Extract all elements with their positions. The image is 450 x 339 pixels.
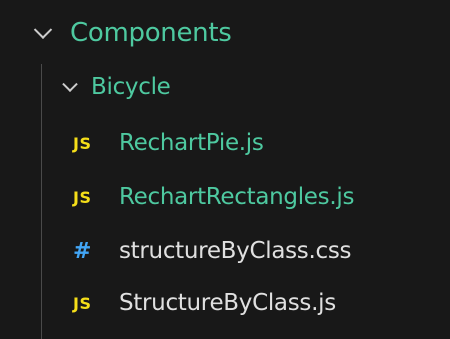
folder-components[interactable]: Components — [0, 10, 450, 56]
chevron-down-icon[interactable] — [61, 78, 79, 96]
file-item-rechartpie[interactable]: JS RechartPie.js — [0, 120, 450, 166]
file-item-structurebyclass-css[interactable]: # structureByClass.css — [0, 228, 450, 274]
file-label: StructureByClass.js — [119, 290, 336, 316]
subfolder-label: Bicycle — [91, 74, 171, 100]
javascript-file-icon: JS — [73, 187, 92, 207]
file-item-structurebyclass-js[interactable]: JS StructureByClass.js — [0, 280, 450, 326]
file-label: RechartRectangles.js — [119, 184, 355, 210]
chevron-down-icon[interactable] — [32, 22, 54, 44]
file-explorer: Components Bicycle JS RechartPie.js JS R… — [0, 0, 450, 339]
folder-label: Components — [70, 18, 232, 48]
file-label: structureByClass.css — [119, 238, 352, 264]
file-item-rechartrectangles[interactable]: JS RechartRectangles.js — [0, 174, 450, 220]
folder-bicycle[interactable]: Bicycle — [0, 64, 450, 110]
javascript-file-icon: JS — [73, 133, 92, 153]
javascript-file-icon: JS — [73, 293, 92, 313]
file-label: RechartPie.js — [119, 130, 264, 156]
css-file-icon: # — [73, 238, 92, 264]
